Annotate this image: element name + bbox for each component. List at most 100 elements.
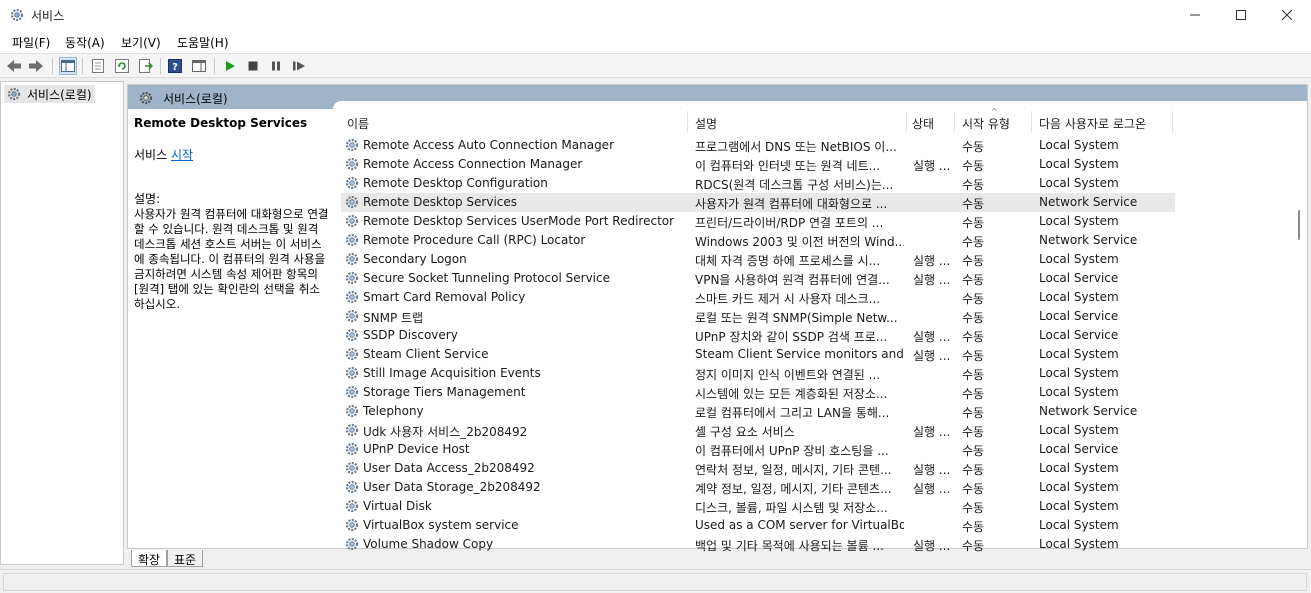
table-row[interactable]: User Data Access_2b208492 연락처 정보, 일정, 메시지… <box>341 459 1175 478</box>
service-description: 이 컴퓨터에서 UPnP 장비 호스팅을 ... <box>695 444 889 458</box>
maximize-button[interactable] <box>1218 0 1264 30</box>
service-description: 셸 구성 요소 서비스 <box>695 425 795 439</box>
service-gear-icon <box>345 404 359 418</box>
column-header-name[interactable]: 이름 <box>347 115 369 132</box>
minimize-button[interactable] <box>1172 0 1218 30</box>
table-row[interactable]: Remote Desktop Services 사용자가 원격 컴퓨터에 대화형으… <box>341 193 1175 212</box>
menu-view[interactable]: 보기(V) <box>119 34 163 51</box>
menu-file[interactable]: 파일(F) <box>10 34 52 51</box>
tree-item-label: 서비스(로컬) <box>27 87 92 102</box>
maximize-icon <box>1236 10 1246 20</box>
table-row[interactable]: Remote Procedure Call (RPC) Locator Windo… <box>341 231 1175 250</box>
menu-action[interactable]: 동작(A) <box>63 34 107 51</box>
start-service-link[interactable]: 시작 <box>171 148 193 162</box>
tab-standard[interactable]: 표준 <box>167 550 204 567</box>
service-description: 계약 정보, 일정, 메시지, 기타 콘텐츠... <box>695 482 892 496</box>
service-log-on-as: Local System <box>1039 480 1119 494</box>
service-status: 실행 ... <box>913 349 951 363</box>
service-startup-type: 수동 <box>962 482 985 496</box>
show-hide-action-pane-button[interactable] <box>190 57 208 75</box>
view-tabs: 확장 표준 <box>127 549 1308 567</box>
service-startup-type: 수동 <box>962 197 985 211</box>
table-row[interactable]: Steam Client Service Steam Client Service… <box>341 345 1175 364</box>
table-row[interactable]: Secure Socket Tunneling Protocol Service… <box>341 269 1175 288</box>
stop-service-button[interactable] <box>244 57 262 75</box>
service-description: Windows 2003 및 이전 버전의 Wind... <box>695 235 904 249</box>
table-row[interactable]: UPnP Device Host 이 컴퓨터에서 UPnP 장비 호스팅을 ...… <box>341 440 1175 459</box>
service-name: Virtual Disk <box>363 499 432 513</box>
column-header-startup-type[interactable]: 시작 유형 <box>962 115 1010 132</box>
table-row[interactable]: SNMP 트랩 로컬 또는 원격 SNMP(Simple Netw... 수동 Loc… <box>341 307 1175 326</box>
service-startup-type: 수동 <box>962 216 985 230</box>
column-header-status[interactable]: 상태 <box>912 115 934 132</box>
table-row[interactable]: Secondary Logon 대체 자격 증명 하에 프로세스를 시... 실행 … <box>341 250 1175 269</box>
table-row[interactable]: Remote Access Auto Connection Manager 프로그… <box>341 136 1175 155</box>
column-header-log-on-as[interactable]: 다음 사용자로 로그온 <box>1039 115 1146 132</box>
start-service-icon <box>226 61 235 71</box>
resume-service-button[interactable] <box>290 57 308 75</box>
status-bar-segment <box>3 573 1307 591</box>
help-button[interactable]: ? <box>166 57 184 75</box>
service-name: Telephony <box>363 404 424 418</box>
service-gear-icon <box>345 347 359 361</box>
service-log-on-as: Local System <box>1039 366 1119 380</box>
table-row[interactable]: VirtualBox system service Used as a COM s… <box>341 516 1175 535</box>
services-gear-icon <box>10 8 24 22</box>
vertical-scrollbar[interactable] <box>1296 110 1302 548</box>
service-log-on-as: Local Service <box>1039 309 1119 323</box>
description-label: 설명: <box>134 192 161 206</box>
service-description: 로컬 컴퓨터에서 그리고 LAN을 통해... <box>695 406 890 420</box>
table-row[interactable]: Remote Desktop Services UserMode Port Re… <box>341 212 1175 231</box>
table-row[interactable]: SSDP Discovery UPnP 장치와 같이 SSDP 검색 프로... 실… <box>341 326 1175 345</box>
service-log-on-as: Local Service <box>1039 328 1119 342</box>
properties-button[interactable] <box>89 57 107 75</box>
service-gear-icon <box>345 233 359 247</box>
forward-button[interactable] <box>27 57 45 75</box>
service-description: 로컬 또는 원격 SNMP(Simple Netw... <box>695 311 898 325</box>
service-name: Remote Access Auto Connection Manager <box>363 138 614 152</box>
tab-extended[interactable]: 확장 <box>131 550 168 567</box>
properties-icon <box>92 59 104 73</box>
table-row[interactable]: Remote Desktop Configuration RDCS(원격 데스크톱… <box>341 174 1175 193</box>
back-arrow-icon <box>7 60 21 72</box>
table-row[interactable]: Remote Access Connection Manager 이 컴퓨터와 인… <box>341 155 1175 174</box>
table-row[interactable]: Still Image Acquisition Events 정지 이미지 인식 … <box>341 364 1175 383</box>
minimize-icon <box>1190 14 1200 16</box>
show-console-tree-button[interactable] <box>59 57 77 75</box>
service-name: SNMP 트랩 <box>363 311 424 325</box>
service-startup-type: 수동 <box>962 292 985 306</box>
export-list-button[interactable] <box>137 57 155 75</box>
service-startup-type: 수동 <box>962 520 985 534</box>
start-service-button[interactable] <box>221 57 239 75</box>
service-description: 스마트 카드 제거 시 사용자 데스크... <box>695 292 881 306</box>
service-description: 대체 자격 증명 하에 프로세스를 시... <box>695 254 881 268</box>
service-description: UPnP 장치와 같이 SSDP 검색 프로... <box>695 330 888 344</box>
table-row[interactable]: Telephony 로컬 컴퓨터에서 그리고 LAN을 통해... 수동 Networ… <box>341 402 1175 421</box>
table-row[interactable]: Storage Tiers Management 시스템에 있는 모든 계층화된 … <box>341 383 1175 402</box>
refresh-button[interactable] <box>113 57 131 75</box>
menu-help[interactable]: 도움말(H) <box>175 34 231 51</box>
table-row[interactable]: Udk 사용자 서비스_2b208492 셸 구성 요소 서비스 실행 ... 수동 L… <box>341 421 1175 440</box>
service-gear-icon <box>345 138 359 152</box>
service-name: Udk 사용자 서비스_2b208492 <box>363 425 528 439</box>
description-text: 사용자가 원격 컴퓨터에 대화형으로 연결할 수 있습니다. 원격 데스크톱 및… <box>134 207 329 311</box>
scrollbar-thumb[interactable] <box>1298 210 1300 240</box>
back-button[interactable] <box>5 57 23 75</box>
tree-item-services-local[interactable]: 서비스(로컬) <box>4 85 95 103</box>
pause-service-button[interactable] <box>267 57 285 75</box>
column-header-description[interactable]: 설명 <box>695 115 717 132</box>
close-button[interactable] <box>1264 0 1310 30</box>
service-log-on-as: Local System <box>1039 176 1119 190</box>
service-log-on-as: Local System <box>1039 157 1119 171</box>
service-status: 실행 ... <box>913 330 951 344</box>
service-description: Used as a COM server for VirtualBox... <box>695 518 904 532</box>
service-startup-type: 수동 <box>962 368 985 382</box>
table-row[interactable]: Virtual Disk 디스크, 볼륨, 파일 시스템 및 저장소... 수동 Lo… <box>341 497 1175 516</box>
table-row[interactable]: Smart Card Removal Policy 스마트 카드 제거 시 사용자… <box>341 288 1175 307</box>
service-name: Secure Socket Tunneling Protocol Service <box>363 271 610 285</box>
table-row[interactable]: User Data Storage_2b208492 계약 정보, 일정, 메시지… <box>341 478 1175 497</box>
service-name: Smart Card Removal Policy <box>363 290 526 304</box>
service-log-on-as: Local System <box>1039 214 1119 228</box>
service-log-on-as: Network Service <box>1039 404 1138 418</box>
service-log-on-as: Network Service <box>1039 195 1138 209</box>
